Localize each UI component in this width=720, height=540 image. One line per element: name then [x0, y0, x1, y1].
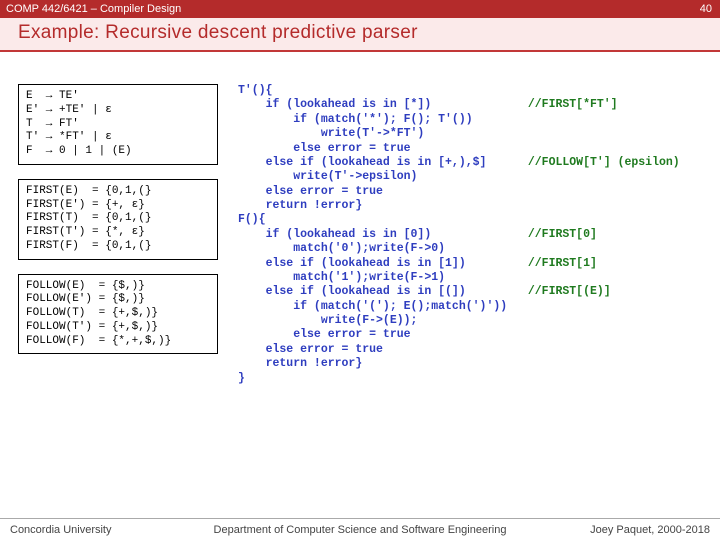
follow-sets-box: FOLLOW(E) = {$,)} FOLLOW(E') = {$,)} FOL… [18, 274, 218, 355]
code-block: T'(){ if (lookahead is in [*]) //FIRST[*… [238, 84, 712, 386]
footer-right: Joey Paquet, 2000-2018 [550, 524, 710, 536]
content-area: E → TE' E' → +TE' | ε T → FT' T' → *FT' … [0, 50, 720, 518]
left-column: E → TE' E' → +TE' | ε T → FT' T' → *FT' … [18, 84, 218, 368]
title-band: Example: Recursive descent predictive pa… [0, 18, 720, 52]
header-bar: COMP 442/6421 – Compiler Design 40 [0, 0, 720, 18]
first-sets-box: FIRST(E) = {0,1,(} FIRST(E') = {+, ε} FI… [18, 179, 218, 260]
footer-left: Concordia University [10, 524, 170, 536]
footer-center: Department of Computer Science and Softw… [170, 524, 550, 536]
grammar-box: E → TE' E' → +TE' | ε T → FT' T' → *FT' … [18, 84, 218, 165]
slide-title: Example: Recursive descent predictive pa… [18, 22, 708, 44]
footer: Concordia University Department of Compu… [0, 518, 720, 540]
course-label: COMP 442/6421 – Compiler Design [6, 3, 181, 15]
page-number: 40 [700, 3, 712, 15]
right-column: T'(){ if (lookahead is in [*]) //FIRST[*… [238, 84, 712, 386]
